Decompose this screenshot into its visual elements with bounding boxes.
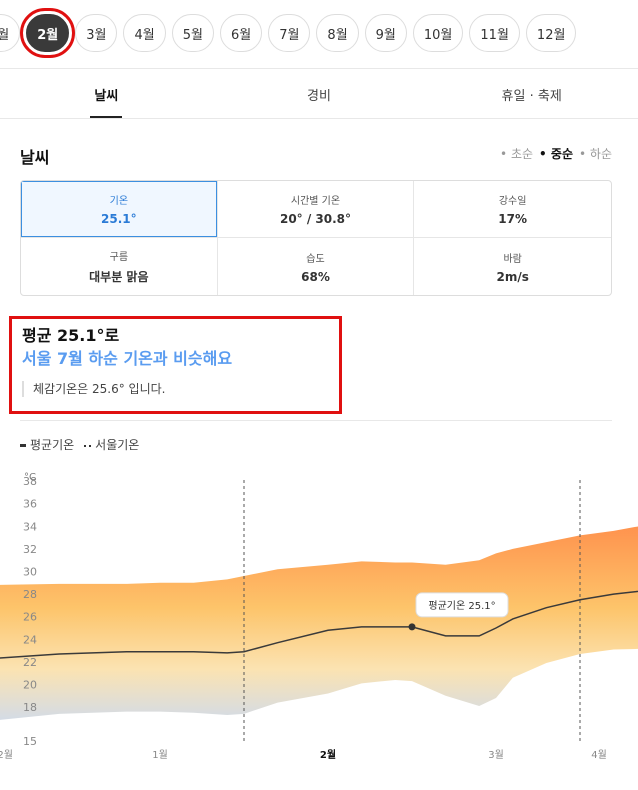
stat-value: 20° / 30.8° [279,212,352,226]
temperature-chart: °C151820222426283032343638평균기온 25.1°12월1… [0,472,638,761]
divider [0,68,638,69]
legend-avg: 평균기온 [20,436,74,453]
y-tick-label: 18 [23,701,37,714]
legend-solid-swatch [20,444,26,447]
y-tick-label: 28 [23,588,37,601]
legend-dotted-swatch [84,444,92,447]
legend-seoul: 서울기온 [84,436,139,453]
stat-value: 2m/s [496,269,529,284]
x-tick-label: 2월 [320,749,336,761]
feels-like-note: 체감기온은 25.6° 입니다. [22,381,329,397]
x-tick-label: 12월 [0,749,13,761]
divider [20,420,612,421]
temperature-range-band [0,526,638,720]
y-tick-label: 32 [23,543,37,556]
tab-weather[interactable]: 날씨 [0,70,213,118]
period-mid[interactable]: • 중순 [539,145,573,162]
tab-holidays-festivals[interactable]: 휴일 · 축제 [425,70,638,118]
stat-label: 습도 [306,253,325,265]
month-pill-9[interactable]: 9월 [364,14,407,52]
stat-wind[interactable]: 바람 2m/s [414,238,611,295]
month-pill-2[interactable]: 2월 [20,8,76,58]
average-marker-dot [408,623,416,631]
month-pill-8[interactable]: 8월 [316,14,359,52]
stat-clouds[interactable]: 구름 대부분 맑음 [21,238,218,295]
x-tick-label: 3월 [488,749,504,761]
stat-hourly-temperature[interactable]: 시간별 기온 20° / 30.8° [217,181,415,238]
x-tick-label: 4월 [591,749,607,761]
stat-label: 강수일 [498,196,527,207]
y-tick-label: 22 [23,656,37,669]
month-pill-6[interactable]: 6월 [219,14,263,52]
month-pill-3[interactable]: 3월 [75,14,118,52]
chart-legend: 평균기온 서울기온 [20,436,139,453]
y-tick-label: 26 [23,611,37,624]
stat-label: 구름 [109,252,129,263]
tab-cost[interactable]: 경비 [213,70,426,118]
y-tick-label: 24 [23,633,37,646]
stat-label: 바람 [503,253,522,265]
month-pill-12[interactable]: 12월 [525,14,577,52]
x-tick-label: 1월 [152,749,168,761]
temperature-summary: 평균 25.1°로 서울 7월 하순 기온과 비슷해요 체감기온은 25.6° … [9,316,342,414]
divider [0,118,638,119]
stat-value: 25.1° [101,212,137,226]
period-late[interactable]: • 하순 [579,145,612,162]
section-title: 날씨 [20,148,50,167]
y-tick-label: 34 [23,520,37,533]
weather-stats-grid: 기온 25.1° 시간별 기온 20° / 30.8° 강수일 17% 구름 대… [20,180,612,296]
tab-bar: 날씨 경비 휴일 · 축제 [0,70,638,118]
stat-label: 기온 [109,196,129,207]
y-tick-label: 38 [23,475,37,488]
month-pill-5[interactable]: 5월 [171,14,214,52]
stat-value: 68% [301,269,330,284]
month-pill-11[interactable]: 11월 [469,14,520,52]
stat-value: 17% [498,212,528,226]
y-tick-label: 15 [23,735,37,748]
month-selector: 1월2월3월4월5월6월7월8월9월10월11월12월 [0,8,577,58]
marker-tooltip-label: 평균기온 25.1° [428,600,495,612]
y-tick-label: 30 [23,566,37,579]
stat-label: 시간별 기온 [290,196,341,207]
month-pill-10[interactable]: 10월 [412,14,464,52]
y-tick-label: 20 [23,679,37,692]
period-selector: • 초순 • 중순 • 하순 [500,145,612,162]
stat-temperature[interactable]: 기온 25.1° [21,181,218,238]
period-early[interactable]: • 초순 [500,145,533,162]
stat-humidity[interactable]: 습도 68% [218,238,415,295]
stat-rain-days[interactable]: 강수일 17% [414,181,611,238]
summary-comparison: 서울 7월 하순 기온과 비슷해요 [22,349,233,368]
summary-headline: 평균 25.1°로 [22,326,120,345]
month-pill-7[interactable]: 7월 [268,14,311,52]
stat-value: 대부분 맑음 [89,270,149,284]
y-tick-label: 36 [23,498,37,511]
month-pill-4[interactable]: 4월 [123,14,166,52]
month-pill-1[interactable]: 1월 [0,14,21,52]
